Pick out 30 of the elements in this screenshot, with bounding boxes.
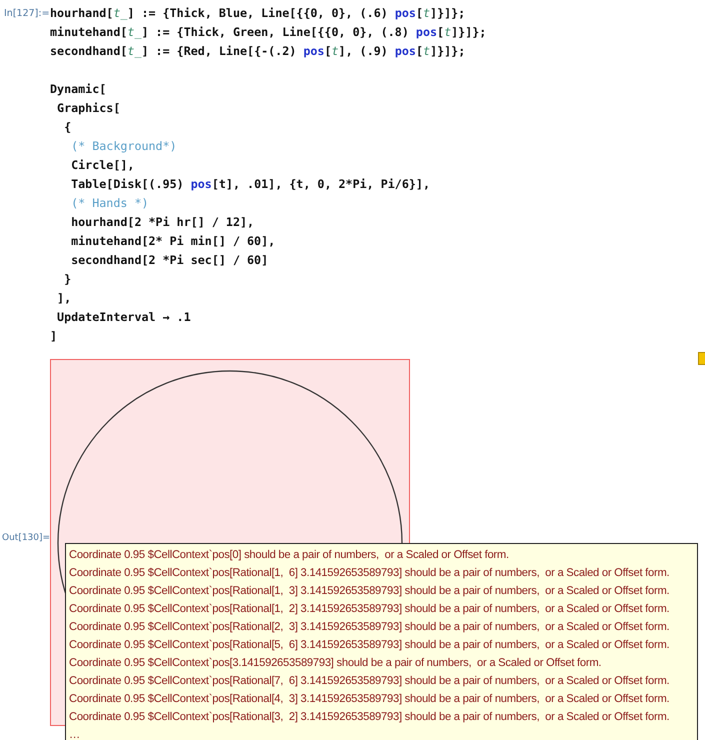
cell-label: In[127]:=: [3, 7, 50, 21]
code-line: secondhand[2 *Pi sec[] / 60]: [70, 252, 270, 269]
code-line: Table[Disk[(.95) pos[t], .01], {t, 0, 2*Pi, Pi/6}],: [70, 176, 431, 193]
code-line: ],: [56, 290, 72, 307]
cell-label: Out[130]=: [1, 532, 50, 545]
error-message: Coordinate 0.95 $CellContext`pos[Rational[1, 3] 3.141592653589793] should be a pair of numbers, or a Scaled or Offset form.: [69, 584, 670, 599]
code-line: minutehand[2* Pi min[] / 60],: [70, 233, 276, 250]
error-message: Coordinate 0.95 $CellContext`pos[Rational[2, 3] 3.141592653589793] should be a pair of numbers, or a Scaled or Offset form.: [69, 620, 670, 635]
error-message: Coordinate 0.95 $CellContext`pos[Rational[7, 6] 3.141592653589793] should be a pair of numbers, or a Scaled or Offset form.: [69, 674, 670, 689]
code-line: hourhand[2 *Pi hr[] / 12],: [70, 214, 256, 231]
error-message: Coordinate 0.95 $CellContext`pos[0] should be a pair of numbers, or a Scaled or Offset form.: [69, 548, 510, 563]
code-line: ]: [50, 328, 58, 345]
code-line: Dynamic[: [50, 81, 108, 98]
error-message: Coordinate 0.95 $CellContext`pos[3.141592653589793] should be a pair of numbers, or a Scaled or Offset form.: [69, 656, 602, 671]
code-line: }: [63, 271, 72, 288]
error-message: Coordinate 0.95 $CellContext`pos[Rational[1, 2] 3.141592653589793] should be a pair of numbers, or a Scaled or Offset form.: [69, 602, 670, 617]
error-message: Coordinate 0.95 $CellContext`pos[Rational[5, 6] 3.141592653589793] should be a pair of numbers, or a Scaled or Offset form.: [69, 638, 670, 653]
error-message: …: [69, 728, 81, 740]
code-line: Circle[],: [70, 157, 136, 174]
code-line: Graphics[: [56, 100, 122, 117]
error-message: Coordinate 0.95 $CellContext`pos[Rational[4, 3] 3.141592653589793] should be a pair of numbers, or a Scaled or Offset form.: [69, 692, 670, 707]
code-line: (* Hands *): [70, 195, 150, 212]
code-line: {: [63, 119, 72, 136]
code-line: UpdateInterval → .1: [56, 309, 192, 326]
code-line: minutehand[t_] := {Thick, Green, Line[{{0, 0}, (.8) pos[t]}]};: [50, 24, 486, 41]
code-line: secondhand[t_] := {Red, Line[{-(.2) pos[t], (.9) pos[t]}]};: [50, 43, 466, 60]
error-message: Coordinate 0.95 $CellContext`pos[Rational[3, 2] 3.141592653589793] should be a pair of numbers, or a Scaled or Offset form.: [69, 710, 670, 725]
code-line: hourhand[t_] := {Thick, Blue, Line[{{0, 0}, (.6) pos[t]}]};: [50, 5, 466, 22]
code-line: (* Background*): [70, 138, 178, 155]
error-message: Coordinate 0.95 $CellContext`pos[Rational[1, 6] 3.141592653589793] should be a pair of numbers, or a Scaled or Offset form.: [69, 566, 670, 581]
